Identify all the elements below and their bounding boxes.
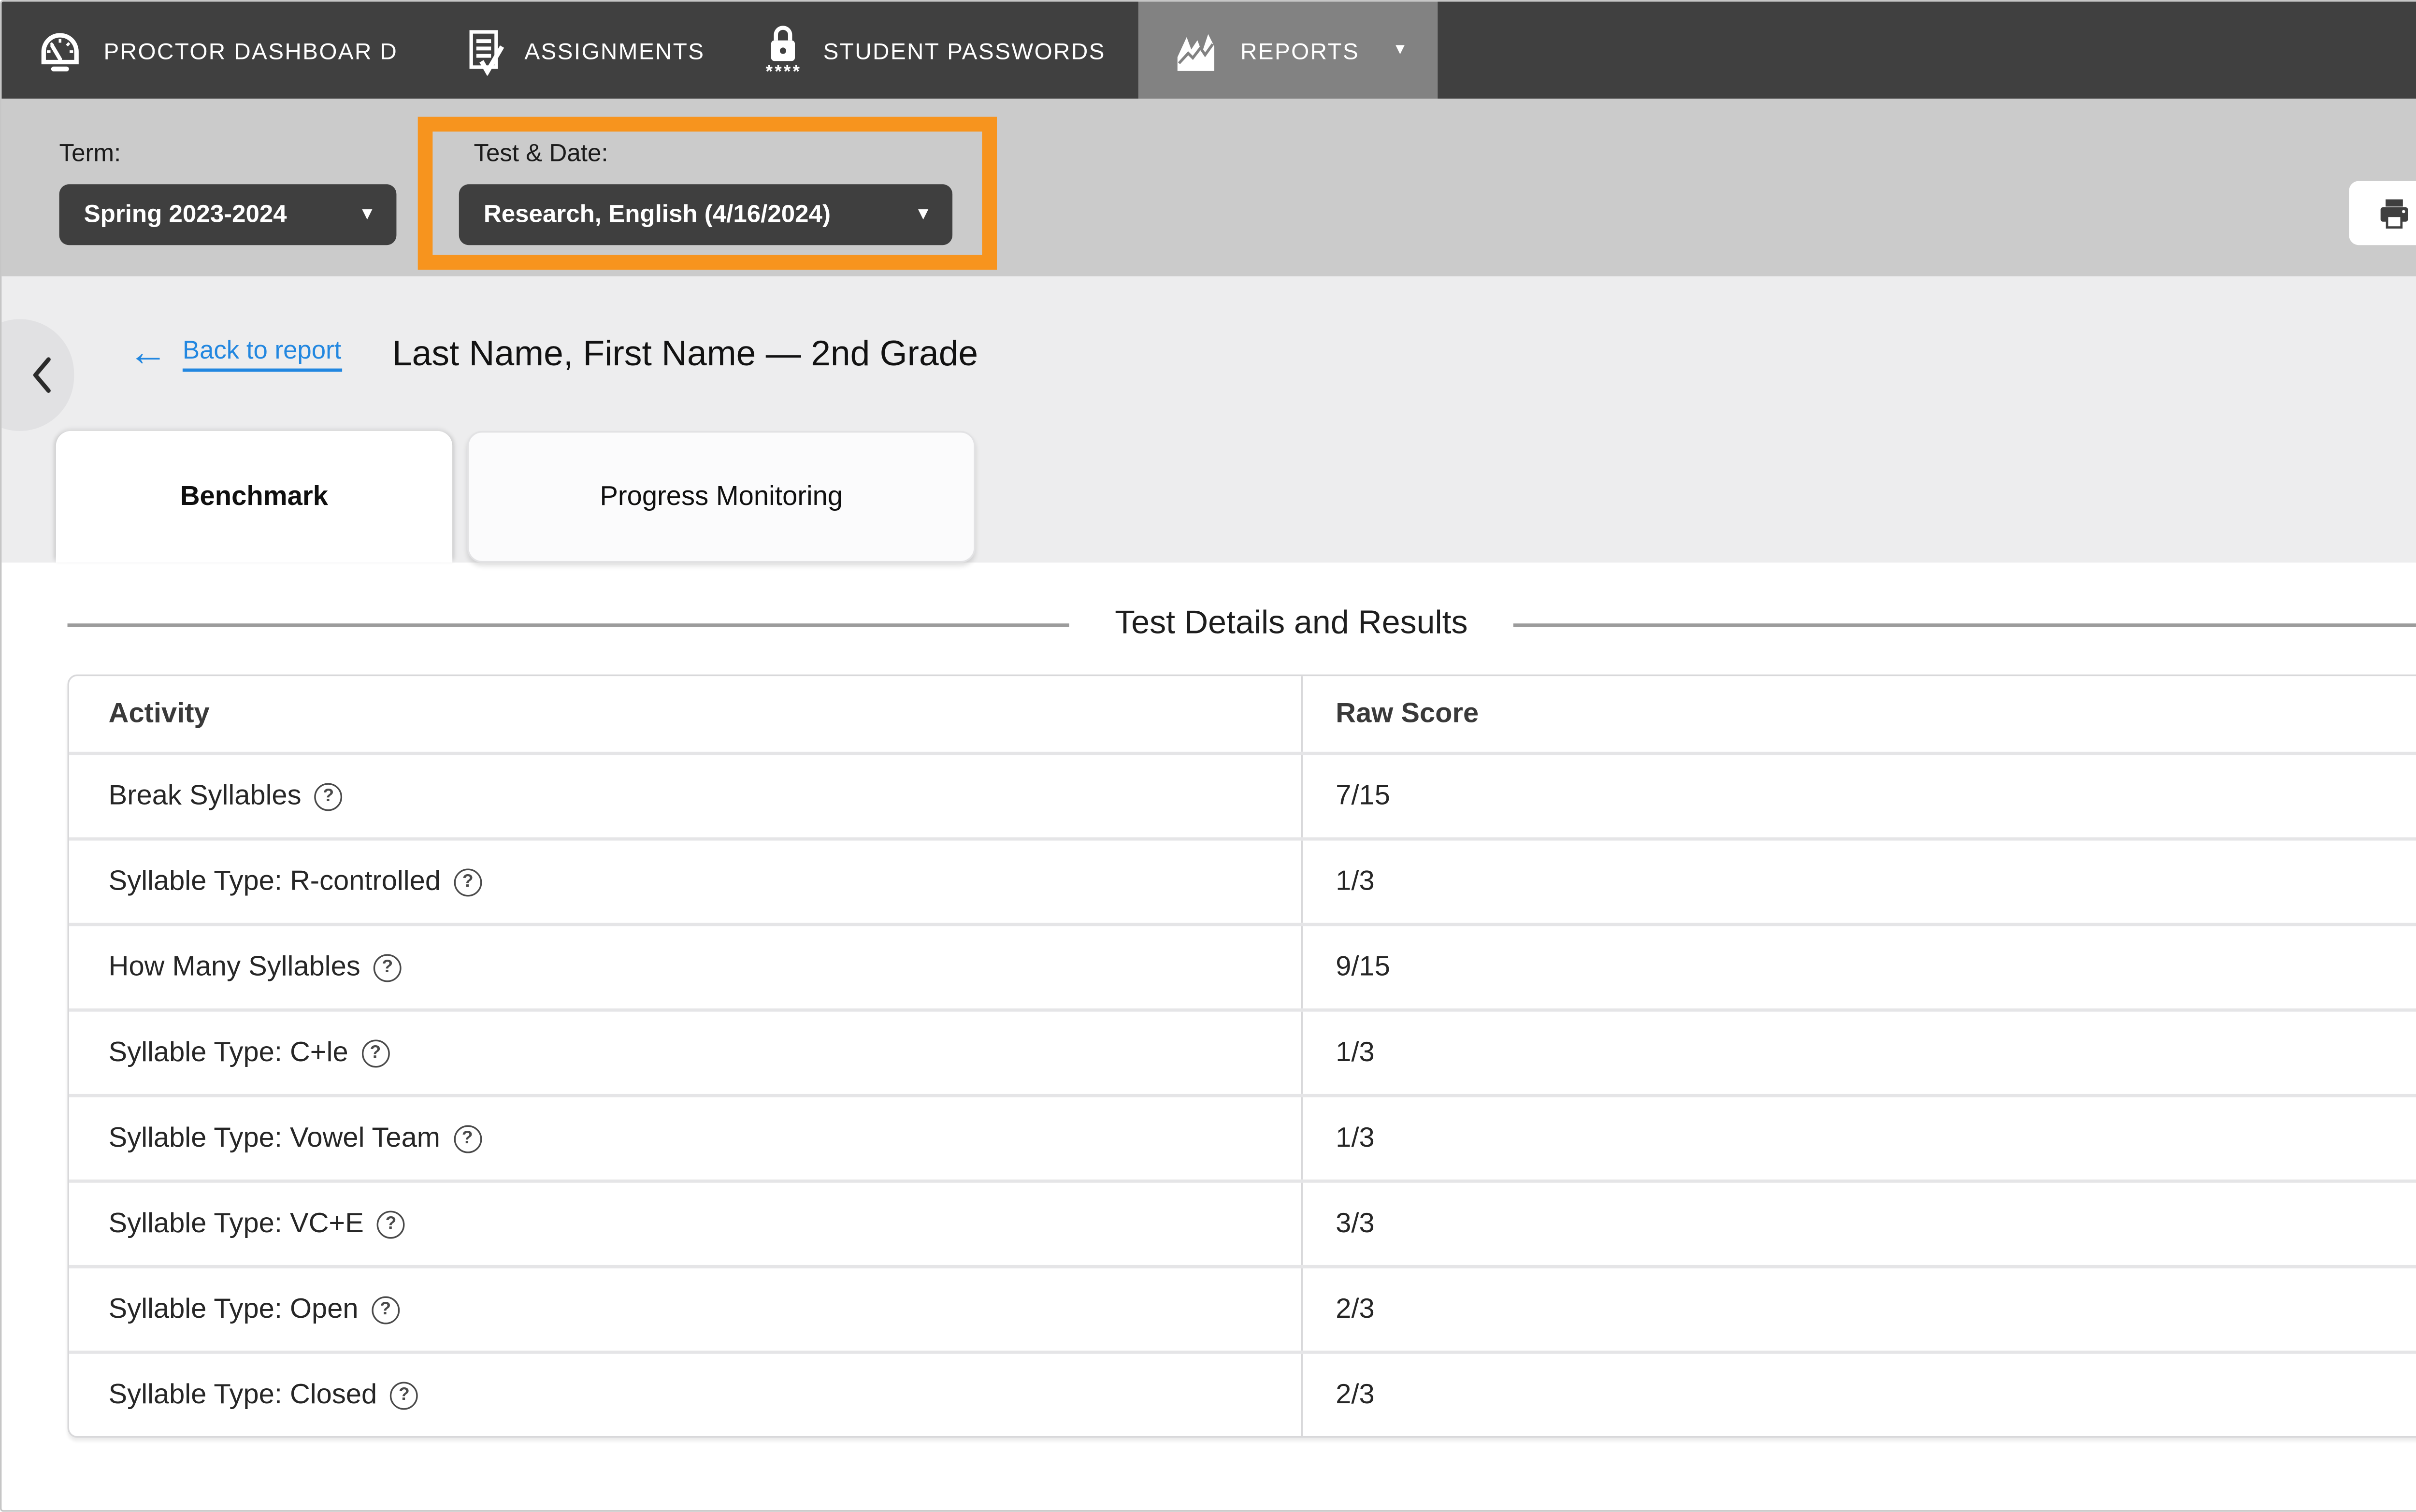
help-icon[interactable]: ? bbox=[372, 1296, 400, 1324]
raw-score-value: 1/3 bbox=[1301, 841, 2416, 923]
help-icon[interactable]: ? bbox=[454, 868, 482, 896]
chevron-left-icon bbox=[31, 355, 53, 395]
report-area: ← Back to report Last Name, First Name —… bbox=[1, 276, 2416, 1510]
table-row: Syllable Type: Vowel Team ? 1/3 bbox=[69, 1094, 2416, 1180]
printer-icon bbox=[2377, 196, 2412, 230]
section-title: Test Details and Results bbox=[1115, 605, 1467, 643]
table-row: Syllable Type: C+le ? 1/3 bbox=[69, 1008, 2416, 1094]
nav-item-label: STUDENT PASSWORDS bbox=[823, 37, 1106, 63]
activity-label: Syllable Type: Closed bbox=[109, 1379, 377, 1411]
activity-label: Syllable Type: C+le bbox=[109, 1037, 348, 1069]
results-table: Activity Raw Score Break Syllables ? 7/1… bbox=[68, 675, 2416, 1438]
back-arrow-icon: ← bbox=[129, 334, 168, 374]
nav-item-student-passwords[interactable]: **** STUDENT PASSWORDS bbox=[738, 1, 1138, 99]
nav-item-label: PROCTOR DASHBOAR D bbox=[103, 37, 398, 63]
raw-score-value: 9/15 bbox=[1301, 926, 2416, 1008]
student-report-title: Last Name, First Name — 2nd Grade bbox=[392, 333, 978, 374]
test-date-dropdown-value: Research, English (4/16/2024) bbox=[484, 201, 831, 229]
back-link-label: Back to report bbox=[183, 336, 342, 371]
help-icon[interactable]: ? bbox=[390, 1381, 418, 1409]
nav-item-assignments[interactable]: ASSIGNMENTS bbox=[431, 1, 737, 99]
term-dropdown-value: Spring 2023-2024 bbox=[84, 201, 287, 229]
table-row: Syllable Type: Open ? 2/3 bbox=[69, 1265, 2416, 1351]
help-icon[interactable]: ? bbox=[361, 1039, 389, 1067]
help-icon[interactable]: ? bbox=[377, 1210, 405, 1238]
activity-label: Syllable Type: Vowel Team bbox=[109, 1122, 440, 1155]
heading-rule-left bbox=[68, 623, 1069, 626]
lock-icon: **** bbox=[764, 22, 804, 78]
app-window: PROCTOR DASHBOAR D ASSIGNMENTS **** bbox=[0, 0, 2416, 1512]
nav-item-label: ASSIGNMENTS bbox=[524, 37, 705, 63]
heading-rule-right bbox=[1514, 623, 2416, 626]
tab-benchmark[interactable]: Benchmark bbox=[56, 431, 452, 562]
filter-bar: Term: Spring 2023-2024 ▾ Test & Date: Re… bbox=[1, 99, 2416, 276]
table-row: Syllable Type: R-controlled ? 1/3 bbox=[69, 837, 2416, 923]
help-icon[interactable]: ? bbox=[374, 953, 402, 981]
raw-score-value: 2/3 bbox=[1301, 1354, 2416, 1436]
raw-score-value: 1/3 bbox=[1301, 1097, 2416, 1180]
table-row: Syllable Type: VC+E ? 3/3 bbox=[69, 1180, 2416, 1265]
chevron-down-icon: ▾ bbox=[363, 206, 372, 224]
help-icon[interactable]: ? bbox=[453, 1124, 481, 1152]
help-icon[interactable]: ? bbox=[315, 782, 343, 810]
activity-label: Break Syllables bbox=[109, 780, 302, 813]
tab-strip: Benchmark Progress Monitoring bbox=[1, 431, 2416, 562]
column-header-activity: Activity bbox=[69, 676, 1301, 752]
chevron-down-icon: ▾ bbox=[919, 206, 928, 224]
raw-score-value: 7/15 bbox=[1301, 755, 2416, 837]
raw-score-value: 3/3 bbox=[1301, 1183, 2416, 1265]
report-header: ← Back to report Last Name, First Name —… bbox=[1, 276, 2416, 431]
nav-item-label: REPORTS bbox=[1240, 37, 1359, 63]
back-to-report-link[interactable]: ← Back to report bbox=[129, 334, 342, 374]
term-filter-group: Term: Spring 2023-2024 ▾ bbox=[59, 99, 397, 276]
nav-item-proctor-dashboard[interactable]: PROCTOR DASHBOAR D bbox=[1, 1, 431, 99]
section-heading: Test Details and Results bbox=[68, 605, 2416, 643]
assignments-icon bbox=[463, 26, 504, 75]
chart-icon bbox=[1171, 27, 1221, 73]
password-stars: **** bbox=[766, 65, 802, 78]
raw-score-value: 2/3 bbox=[1301, 1268, 2416, 1351]
table-row: How Many Syllables ? 9/15 bbox=[69, 923, 2416, 1008]
top-nav-bar: PROCTOR DASHBOAR D ASSIGNMENTS **** bbox=[1, 1, 2416, 99]
column-header-raw-score: Raw Score bbox=[1301, 676, 2416, 752]
raw-score-value: 1/3 bbox=[1301, 1012, 2416, 1094]
nav-item-reports[interactable]: REPORTS ▾ bbox=[1138, 1, 1438, 99]
term-dropdown[interactable]: Spring 2023-2024 ▾ bbox=[59, 184, 397, 245]
activity-label: How Many Syllables bbox=[109, 951, 360, 984]
tab-progress-monitoring[interactable]: Progress Monitoring bbox=[467, 431, 976, 562]
activity-label: Syllable Type: VC+E bbox=[109, 1208, 364, 1240]
test-date-dropdown[interactable]: Research, English (4/16/2024) ▾ bbox=[459, 184, 952, 245]
chevron-down-icon: ▾ bbox=[1395, 41, 1405, 59]
table-header-row: Activity Raw Score bbox=[69, 676, 2416, 752]
test-date-filter-group: Test & Date: Research, English (4/16/202… bbox=[459, 99, 952, 276]
table-row: Syllable Type: Closed ? 2/3 bbox=[69, 1351, 2416, 1436]
activity-label: Syllable Type: Open bbox=[109, 1293, 359, 1326]
activity-label: Syllable Type: R-controlled bbox=[109, 865, 441, 898]
tab-content: Test Details and Results Activity Raw Sc… bbox=[1, 562, 2416, 1510]
gauge-icon bbox=[36, 26, 84, 74]
table-row: Break Syllables ? 7/15 bbox=[69, 752, 2416, 837]
term-label: Term: bbox=[59, 140, 397, 168]
test-date-label: Test & Date: bbox=[474, 140, 952, 168]
print-button[interactable]: Print bbox=[2349, 181, 2416, 245]
